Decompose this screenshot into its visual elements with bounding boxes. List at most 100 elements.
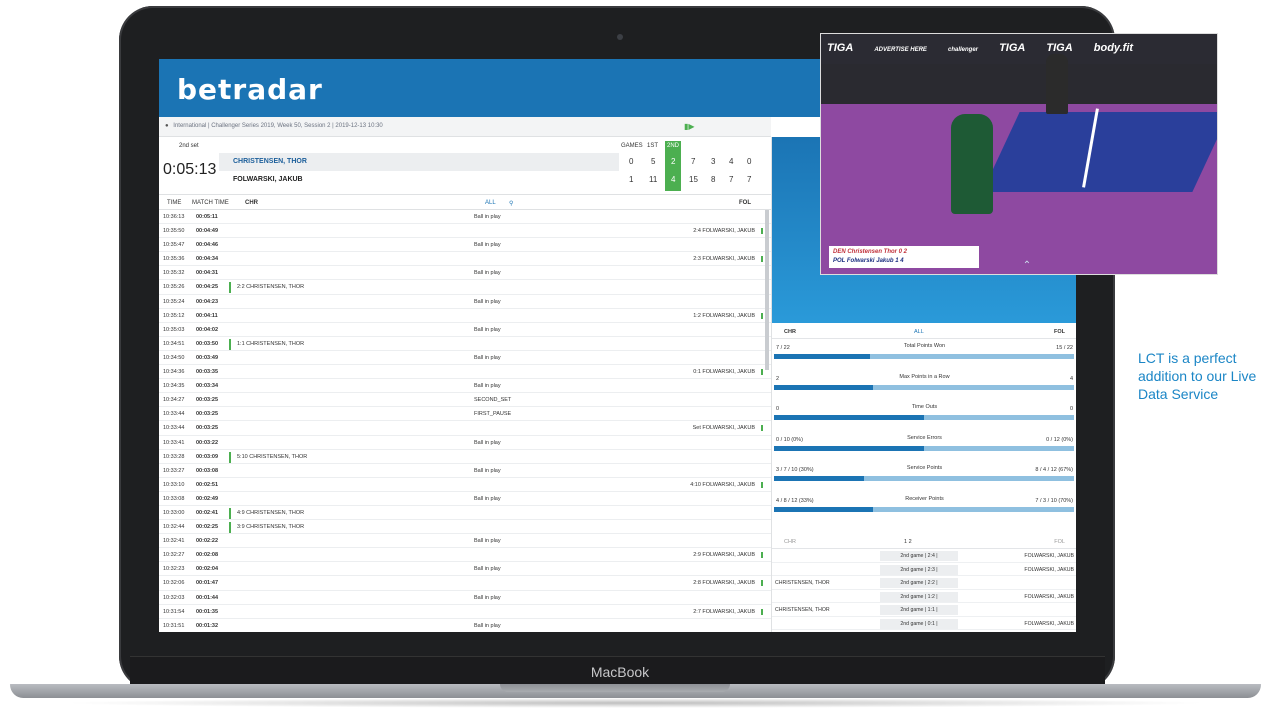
log-row[interactable]: 10:35:36 00:04:34 2:3 FOLWARSKI, JAKUB (159, 252, 771, 267)
filter-dropdown[interactable]: ALL (485, 200, 496, 206)
log-event: Ball in play (474, 622, 501, 629)
log-row[interactable]: 10:35:12 00:04:11 1:2 FOLWARSKI, JAKUB (159, 309, 771, 323)
event-log[interactable]: 10:36:13 00:05:11 Ball in play 10:35:50 00:0… (159, 210, 771, 632)
log-match-time: 00:01:44 (196, 594, 219, 601)
log-time: 10:32:06 (163, 580, 185, 587)
log-event: SECOND_SET (474, 397, 512, 404)
game-center: 2nd game | 2:3 | (880, 564, 958, 575)
video-stream[interactable]: TIGA ADVERTISE HERE challenger TIGA TIGA… (820, 33, 1218, 275)
log-row[interactable]: 10:35:47 00:04:46 Ball in play (159, 238, 771, 253)
log-row[interactable]: 10:31:51 00:01:32 Ball in play (159, 619, 771, 632)
set-label: 2nd set (179, 143, 199, 149)
log-match-time: 00:03:22 (196, 439, 219, 446)
log-row[interactable]: 10:34:36 00:03:35 0:1 FOLWARSKI, JAKUB (159, 365, 771, 380)
log-row[interactable]: 10:35:26 00:04:25 2:2 CHRISTENSEN, THOR (159, 280, 771, 295)
log-row[interactable]: 10:32:27 00:02:08 2:9 FOLWARSKI, JAKUB (159, 548, 771, 563)
log-match-time: 00:02:08 (196, 552, 219, 559)
log-event: Ball in play (474, 566, 501, 573)
log-time: 10:31:54 (163, 608, 185, 615)
log-time: 10:33:44 (163, 411, 185, 418)
log-row[interactable]: 10:33:41 00:03:22 Ball in play (159, 436, 771, 450)
stat-name: Service Errors (907, 434, 942, 441)
log-row[interactable]: 10:34:35 00:03:34 Ball in play (159, 379, 771, 394)
stat-bar (774, 384, 1074, 390)
game-row: 2nd game | 2:4 | FOLWARSKI, JAKUB (772, 549, 1076, 563)
games-right: FOL (1054, 539, 1065, 545)
game-center: 2nd game | 2:2 | (880, 578, 958, 588)
game-left: CHRISTENSEN, THOR (775, 607, 830, 613)
log-time: 10:35:50 (163, 228, 185, 235)
log-row[interactable]: 10:32:03 00:01:44 Ball in play (159, 591, 771, 605)
log-row[interactable]: 10:34:51 00:03:50 1:1 CHRISTENSEN, THOR (159, 337, 771, 351)
scorebug-row1: DEN Christensen Thor 0 2 (833, 249, 908, 255)
log-right-point: 1:2 FOLWARSKI, JAKUB (693, 312, 763, 319)
game-row: 2nd game | 1:2 | FOLWARSKI, JAKUB (772, 590, 1076, 603)
log-event: Ball in play (474, 326, 501, 333)
log-row[interactable]: 10:31:54 00:01:35 2:7 FOLWARSKI, JAKUB (159, 605, 771, 619)
log-row[interactable]: 10:33:00 00:02:41 4:9 CHRISTENSEN, THOR (159, 506, 771, 521)
log-row[interactable]: 10:35:50 00:04:49 2:4 FOLWARSKI, JAKUB (159, 224, 771, 239)
stat-row: 7 / 22 Total Points Won 15 / 22 (772, 341, 1076, 371)
log-row[interactable]: 10:33:44 00:03:25 Set FOLWARSKI, JAKUB (159, 421, 771, 436)
header-2nd: 2ND (667, 143, 680, 149)
game-center: 2nd game | 1:1 | (880, 605, 958, 615)
stat-name: Receiver Points (905, 495, 944, 502)
p1-stat: 7 (691, 157, 696, 166)
stat-right: 7 / 3 / 10 (70%) (1035, 497, 1073, 504)
score-columns: GAMES 1ST 2ND 0 5 2 7 3 4 0 1 11 4 15 8 … (621, 141, 771, 191)
game-left: CHRISTENSEN, THOR (775, 580, 830, 586)
stat-bar-fill (774, 476, 864, 481)
log-row[interactable]: 10:34:27 00:03:25 SECOND_SET (159, 393, 771, 408)
signal-bars-icon[interactable]: ▮▶ (684, 122, 695, 131)
log-match-time: 00:01:47 (196, 580, 219, 587)
chevron-up-icon[interactable]: ⌃ (1013, 260, 1041, 274)
col-match-time: MATCH TIME (192, 200, 229, 206)
log-row[interactable]: 10:35:32 00:04:31 Ball in play (159, 266, 771, 281)
log-row[interactable]: 10:33:27 00:03:08 Ball in play (159, 464, 771, 478)
log-time: 10:32:41 (163, 538, 185, 545)
log-row[interactable]: 10:33:28 00:03:09 5:10 CHRISTENSEN, THOR (159, 450, 771, 464)
device-label: MacBook (590, 664, 650, 680)
log-row[interactable]: 10:35:24 00:04:23 Ball in play (159, 295, 771, 309)
game-row: CHRISTENSEN, THOR 2nd game | 1:1 | (772, 603, 1076, 617)
breadcrumb-text: International | Challenger Series 2019, … (173, 123, 383, 129)
log-row[interactable]: 10:32:41 00:02:22 Ball in play (159, 534, 771, 549)
log-right-point: 2:3 FOLWARSKI, JAKUB (693, 256, 763, 263)
log-row[interactable]: 10:35:03 00:04:02 Ball in play (159, 323, 771, 337)
stats-filter[interactable]: ALL (914, 329, 924, 335)
log-row[interactable]: 10:34:50 00:03:49 Ball in play (159, 351, 771, 366)
log-row[interactable]: 10:33:44 00:03:25 FIRST_PAUSE (159, 407, 771, 422)
log-time: 10:35:12 (163, 312, 185, 319)
log-row[interactable]: 10:33:10 00:02:51 4:10 FOLWARSKI, JAKUB (159, 478, 771, 492)
games-left: CHR (784, 539, 796, 545)
stat-row: 3 / 7 / 10 (30%) Service Points 8 / 4 / 12… (772, 463, 1076, 493)
log-match-time: 00:02:41 (196, 509, 219, 516)
log-event: Ball in play (474, 383, 501, 390)
log-right-point: 2:4 FOLWARSKI, JAKUB (693, 228, 763, 235)
log-event: Ball in play (474, 495, 501, 502)
log-time: 10:31:51 (163, 622, 185, 629)
log-row[interactable]: 10:32:23 00:02:04 Ball in play (159, 562, 771, 577)
log-row[interactable]: 10:32:44 00:02:25 3:9 CHRISTENSEN, THOR (159, 520, 771, 535)
log-match-time: 00:02:25 (196, 524, 219, 531)
header-1st: 1ST (647, 143, 659, 149)
stat-bar (774, 415, 1074, 420)
log-event: Ball in play (474, 467, 501, 474)
ad-item: challenger (947, 47, 978, 53)
log-right-point: Set FOLWARSKI, JAKUB (693, 425, 763, 432)
col-right-player[interactable]: FOL (739, 200, 751, 206)
stat-row: 0 / 10 (0%) Service Errors 0 / 12 (0%) (772, 433, 1076, 463)
log-scrollbar[interactable] (765, 210, 769, 370)
log-row[interactable]: 10:33:08 00:02:49 Ball in play (159, 492, 771, 506)
log-row[interactable]: 10:32:06 00:01:47 2:8 FOLWARSKI, JAKUB (159, 576, 771, 591)
game-right: FOLWARSKI, JAKUB (1024, 620, 1074, 627)
col-left-player[interactable]: CHR (245, 200, 258, 206)
log-match-time: 00:04:25 (196, 284, 219, 291)
log-time: 10:33:41 (163, 439, 185, 446)
log-event: Ball in play (474, 439, 501, 446)
search-icon[interactable]: ⚲ (509, 200, 513, 207)
log-time: 10:34:50 (163, 354, 185, 361)
log-row[interactable]: 10:36:13 00:05:11 Ball in play (159, 210, 771, 225)
games-tabs[interactable]: 1 2 (904, 539, 912, 545)
p2-games: 1 (629, 175, 634, 184)
